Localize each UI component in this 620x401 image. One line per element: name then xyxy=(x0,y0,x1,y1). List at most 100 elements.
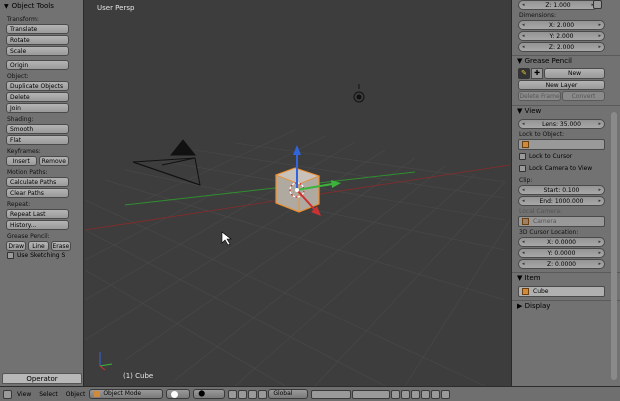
view-menu[interactable]: View xyxy=(17,391,31,398)
editor-type-icon[interactable] xyxy=(3,389,12,399)
opengl-render-icon[interactable] xyxy=(441,389,451,399)
repeat-last-button[interactable]: Repeat Last xyxy=(6,209,69,219)
smooth-button[interactable]: Smooth xyxy=(6,124,69,134)
manipulator-toggle-icon[interactable] xyxy=(228,389,238,399)
orientation-dropdown[interactable]: Global xyxy=(268,389,309,399)
layer-lock-icon[interactable] xyxy=(391,389,401,399)
layers-grid[interactable] xyxy=(311,389,352,399)
add-icon[interactable]: ✚ xyxy=(531,68,543,79)
shading-label: Shading: xyxy=(7,116,34,123)
checkbox-box xyxy=(519,153,526,160)
tool-shelf: ▼ Object Tools Transform: Translate Rotat… xyxy=(0,0,84,386)
operator-panel-header[interactable]: Operator xyxy=(2,373,82,384)
lock-to-cursor-label: Lock to Cursor xyxy=(529,153,573,160)
display-title: Display xyxy=(524,302,551,310)
snap-toggle-icon[interactable] xyxy=(411,389,421,399)
local-camera-field[interactable]: Camera xyxy=(518,216,605,227)
clip-start-field[interactable]: Start: 0.100 xyxy=(518,185,605,195)
history-button[interactable]: History... xyxy=(6,220,69,230)
checkbox-box xyxy=(519,165,526,172)
pivot-icon: ⬤ xyxy=(198,390,206,397)
collapse-triangle-icon: ▼ xyxy=(4,3,9,10)
translate-manipulator-icon[interactable] xyxy=(238,389,248,399)
mode-dropdown[interactable]: Object Mode xyxy=(89,389,164,399)
cursor-y-field[interactable]: Y: 0.0000 xyxy=(518,248,605,258)
grease-pencil-title: Grease Pencil xyxy=(524,57,572,65)
grease-pencil-row: Draw Line Erase xyxy=(6,241,71,251)
lock-to-object-label: Lock to Object: xyxy=(519,131,565,138)
flat-button[interactable]: Flat xyxy=(6,135,69,145)
lock-icon[interactable] xyxy=(593,0,602,9)
properties-scrollbar[interactable] xyxy=(611,112,617,380)
shading-dropdown[interactable] xyxy=(166,389,191,399)
calculate-paths-button[interactable]: Calculate Paths xyxy=(6,177,69,187)
clip-end-field[interactable]: End: 1000.000 xyxy=(518,196,605,206)
grease-new-button[interactable]: New xyxy=(544,68,605,79)
axis-orientation-gizmo xyxy=(99,352,113,371)
clear-paths-button[interactable]: Clear Paths xyxy=(6,188,69,198)
panel-header-item[interactable]: ▼ Item xyxy=(512,272,620,283)
rotate-manipulator-icon[interactable] xyxy=(248,389,258,399)
duplicate-objects-button[interactable]: Duplicate Objects xyxy=(6,81,69,91)
join-button[interactable]: Join xyxy=(6,103,69,113)
dimension-y-field[interactable]: Y: 2.000 xyxy=(518,31,605,41)
insert-keyframe-button[interactable]: Insert xyxy=(6,156,37,166)
item-name-field[interactable]: Cube xyxy=(518,286,605,297)
translate-button[interactable]: Translate xyxy=(6,24,69,34)
panel-header-display[interactable]: ▶ Display xyxy=(512,300,620,311)
object-menu[interactable]: Object xyxy=(66,391,86,398)
dimensions-label: Dimensions: xyxy=(519,12,557,19)
properties-shelf: Z: 1.000 Dimensions: X: 2.000 Y: 2.000 Z… xyxy=(511,0,620,386)
origin-button[interactable]: Origin xyxy=(6,60,69,70)
use-sketching-checkbox[interactable]: Use Sketching S xyxy=(7,252,83,259)
panel-header-object-tools[interactable]: ▼ Object Tools xyxy=(0,0,83,13)
snap-element-icon[interactable] xyxy=(421,389,431,399)
lock-camera-label: Lock Camera to View xyxy=(529,165,593,172)
pivot-dropdown[interactable]: ⬤ xyxy=(193,389,226,399)
draw-button[interactable]: Draw xyxy=(6,241,27,251)
layers-grid-2[interactable] xyxy=(352,389,391,399)
grease-pencil-label: Grease Pencil: xyxy=(7,233,50,240)
render-icon[interactable] xyxy=(431,389,441,399)
repeat-label: Repeat: xyxy=(7,201,31,208)
3d-viewport[interactable]: User Persp (1) Cube xyxy=(85,0,510,386)
remove-keyframe-button[interactable]: Remove xyxy=(38,156,69,166)
proportional-edit-icon[interactable] xyxy=(401,389,411,399)
lens-field[interactable]: Lens: 35.000 xyxy=(518,119,605,129)
erase-button[interactable]: Erase xyxy=(50,241,71,251)
cursor-location-label: 3D Cursor Location: xyxy=(519,229,579,236)
panel-header-grease-pencil[interactable]: ▼ Grease Pencil xyxy=(512,55,620,66)
mode-value: Object Mode xyxy=(103,390,142,397)
shading-sphere-icon xyxy=(171,390,179,398)
cursor-x-field[interactable]: X: 0.0000 xyxy=(518,237,605,247)
new-layer-button[interactable]: New Layer xyxy=(518,80,605,90)
camera-object xyxy=(132,139,201,186)
pencil-icon[interactable]: ✎ xyxy=(518,68,530,79)
line-button[interactable]: Line xyxy=(28,241,49,251)
viewport-view-label: User Persp xyxy=(97,4,135,12)
checkbox-box xyxy=(7,252,14,259)
delete-frame-button[interactable]: Delete Frame xyxy=(518,91,561,101)
rotate-button[interactable]: Rotate xyxy=(6,35,69,45)
viewport-header: View Select Object Object Mode ⬤ Global xyxy=(0,386,620,401)
keyframes-label: Keyframes: xyxy=(7,148,41,155)
lock-camera-checkbox[interactable]: Lock Camera to View xyxy=(519,165,620,172)
dimension-z-field[interactable]: Z: 2.000 xyxy=(518,42,605,52)
viewport-scene xyxy=(85,84,510,386)
local-camera-value: Camera xyxy=(533,217,557,225)
scale-z-field[interactable]: Z: 1.000 xyxy=(518,0,598,10)
dimension-x-field[interactable]: X: 2.000 xyxy=(518,20,605,30)
active-object-label: (1) Cube xyxy=(123,372,154,380)
camera-icon xyxy=(522,218,529,225)
cursor-z-field[interactable]: Z: 0.0000 xyxy=(518,259,605,269)
select-menu[interactable]: Select xyxy=(39,391,58,398)
scale-button[interactable]: Scale xyxy=(6,46,69,56)
cube-icon xyxy=(522,288,529,295)
lock-object-field[interactable] xyxy=(518,139,605,150)
lock-to-cursor-checkbox[interactable]: Lock to Cursor xyxy=(519,153,620,160)
scale-manipulator-icon[interactable] xyxy=(258,389,268,399)
cube-icon xyxy=(522,141,529,148)
panel-header-view[interactable]: ▼ View xyxy=(512,105,620,116)
delete-button[interactable]: Delete xyxy=(6,92,69,102)
convert-button[interactable]: Convert xyxy=(562,91,605,101)
